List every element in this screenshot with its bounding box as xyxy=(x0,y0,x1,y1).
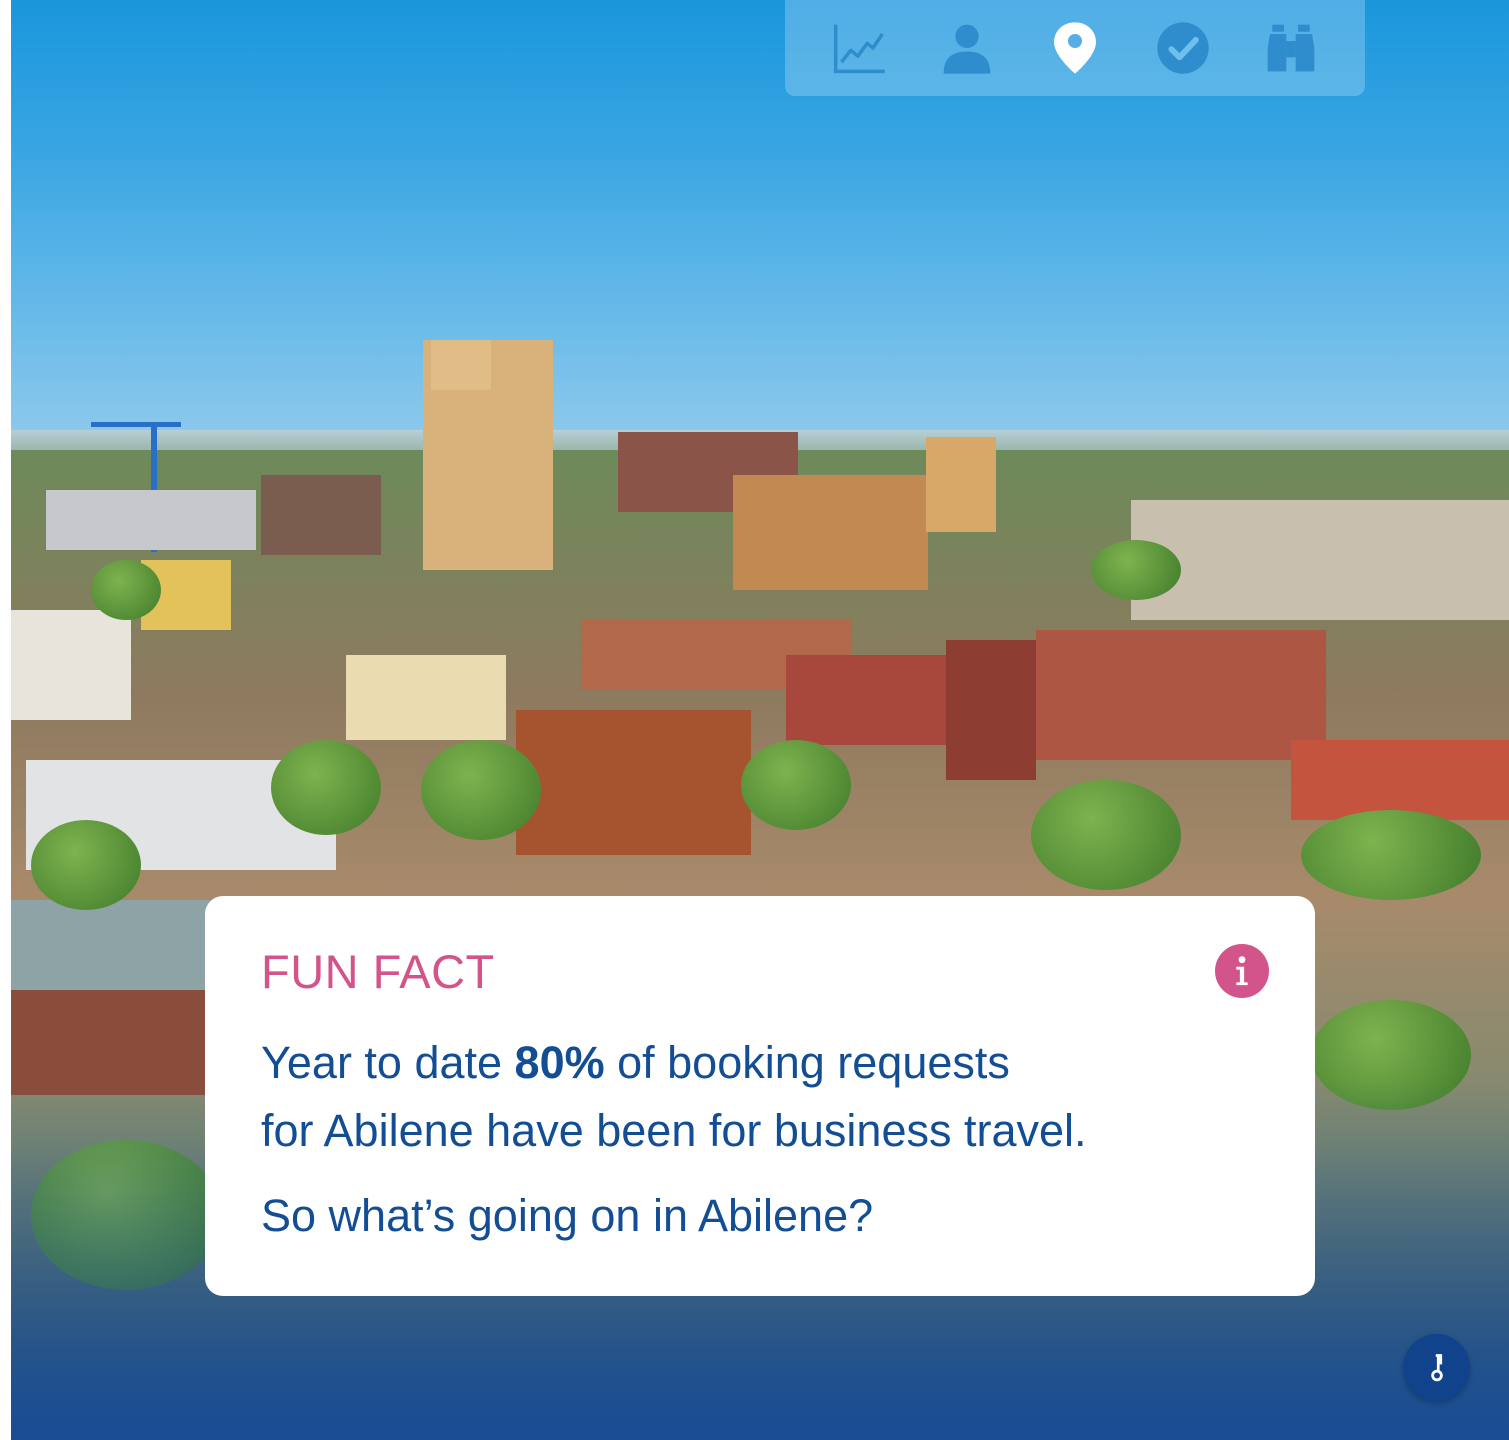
fact-highlight: 80% xyxy=(514,1037,605,1088)
tree xyxy=(271,740,381,835)
fun-fact-text: Year to date 80% of booking requests for… xyxy=(261,1029,1259,1165)
tree xyxy=(1031,780,1181,890)
chart-line-icon xyxy=(833,24,885,74)
person-icon xyxy=(943,24,991,74)
red-roof-building xyxy=(1291,740,1509,820)
cream-building xyxy=(346,655,506,740)
fact-line2: for Abilene have been for business trave… xyxy=(261,1105,1087,1156)
key-icon xyxy=(1430,1353,1443,1381)
key-button[interactable] xyxy=(1403,1334,1470,1401)
hotel-building xyxy=(733,475,928,590)
tower-top xyxy=(431,340,491,390)
tree xyxy=(421,740,541,840)
far-buildings-right xyxy=(1131,500,1509,620)
crane-arm xyxy=(91,422,181,427)
tree xyxy=(741,740,851,830)
large-brick-building xyxy=(1036,630,1326,760)
map-pin-icon xyxy=(1054,22,1096,74)
red-brick-building xyxy=(786,655,946,745)
fact-prefix: Year to date xyxy=(261,1037,515,1088)
tree xyxy=(1301,810,1481,900)
tall-building-right xyxy=(926,437,996,532)
fun-fact-card: FUN FACT Year to date 80% of booking req… xyxy=(205,896,1315,1296)
check-circle-icon xyxy=(1157,22,1209,74)
explore-button[interactable] xyxy=(1259,16,1323,80)
dark-building xyxy=(261,475,381,555)
tree xyxy=(31,820,141,910)
fact-line1-suffix: of booking requests xyxy=(604,1037,1010,1088)
tree xyxy=(91,560,161,620)
profile-button[interactable] xyxy=(935,16,999,80)
card-title: FUN FACT xyxy=(261,945,495,998)
info-icon xyxy=(1236,956,1248,986)
binoculars-icon xyxy=(1267,24,1315,72)
checklist-button[interactable] xyxy=(1151,16,1215,80)
top-navigation-toolbar xyxy=(785,0,1365,96)
brick-building-center xyxy=(516,710,751,855)
fire-escape-building xyxy=(946,640,1036,780)
parking-structure xyxy=(46,490,256,550)
info-button[interactable] xyxy=(1215,944,1269,998)
depot-roof xyxy=(11,900,211,990)
tree xyxy=(1091,540,1181,600)
card-question: So what’s going on in Abilene? xyxy=(261,1190,874,1241)
trends-button[interactable] xyxy=(827,16,891,80)
location-button[interactable] xyxy=(1043,16,1107,80)
white-building-left xyxy=(11,610,131,720)
